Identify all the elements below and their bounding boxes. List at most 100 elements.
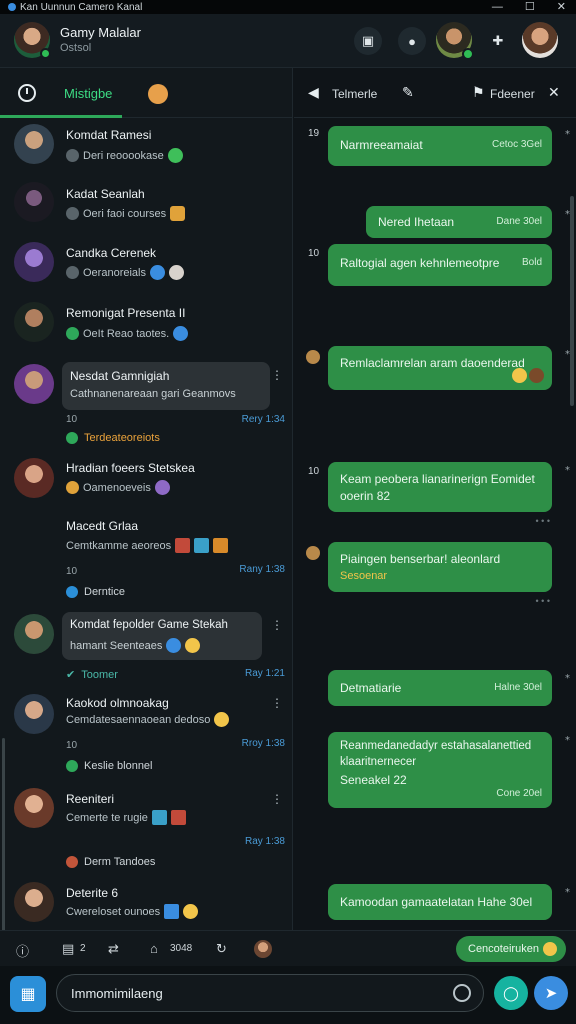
message-input[interactable] bbox=[71, 975, 441, 1011]
message-preview: OeIt Reao taotes. bbox=[66, 326, 189, 341]
message-text: Keam peobera lianarinerign Eomidet bbox=[340, 472, 535, 486]
sub-status-text: Terdeateoreiots bbox=[84, 432, 160, 444]
tab-messages[interactable]: Mistigbe bbox=[64, 86, 112, 101]
connect-button[interactable]: Cencoteiruken bbox=[456, 936, 566, 962]
status-icon bbox=[66, 586, 78, 598]
message-text: Remlaclamrelan aram daoenderad bbox=[340, 356, 525, 370]
contact-name: Remonigat Presenta II bbox=[66, 306, 186, 320]
message-bubble[interactable]: Detmatiarie Halne 30el bbox=[328, 670, 552, 706]
sub-status: Derntice bbox=[66, 586, 125, 598]
screen-share-icon[interactable]: ▣ bbox=[354, 27, 382, 55]
recent-icon[interactable] bbox=[18, 84, 36, 102]
preview-text: Oeri faoi courses bbox=[83, 207, 167, 220]
share-icon[interactable]: ⇄ bbox=[108, 941, 119, 957]
contact-name: Hradian foeers Stetskea bbox=[66, 461, 195, 475]
status-icon bbox=[66, 327, 79, 340]
info-icon[interactable]: ⓘ bbox=[16, 941, 29, 960]
preview-text: OeIt Reao taotes. bbox=[83, 327, 170, 340]
preview-text: Cwereloset ounoes bbox=[66, 905, 161, 918]
preview-text: Oeranoreials bbox=[83, 266, 146, 279]
minimize-button[interactable]: — bbox=[492, 0, 503, 14]
emoji-icon bbox=[214, 712, 230, 727]
more-options-icon[interactable]: ⋮ bbox=[271, 618, 283, 632]
list-item[interactable]: Nesdat Gamnigiah Cathnanenareaan gari Ge… bbox=[0, 360, 292, 450]
message-meta: Halne 30el bbox=[494, 682, 542, 693]
record-icon[interactable]: ● bbox=[398, 27, 426, 55]
chat-list-scrollbar[interactable] bbox=[2, 738, 5, 930]
tab-label-2[interactable]: Fdeener bbox=[490, 87, 535, 101]
more-options-icon[interactable]: ⋮ bbox=[271, 696, 283, 710]
pen-icon[interactable]: ✎ bbox=[402, 84, 414, 101]
emoji-picker-icon[interactable] bbox=[453, 984, 471, 1002]
read-receipt-icon: ⁎ bbox=[565, 126, 570, 137]
profile-avatar[interactable] bbox=[522, 22, 558, 58]
message-preview: Cathnanenareaan gari Geanmovs bbox=[70, 388, 236, 400]
message-bubble[interactable]: Piaingen benserbar! aleonlard Sesoenar bbox=[328, 542, 552, 592]
more-options-icon[interactable]: ⋮ bbox=[271, 792, 283, 806]
mini-avatar[interactable] bbox=[254, 940, 272, 958]
tab-label-1[interactable]: Telmerle bbox=[332, 87, 377, 101]
message-input-container bbox=[56, 974, 484, 1012]
message-preview: Cemerte te rugie bbox=[66, 810, 186, 825]
send-icon[interactable]: ➤ bbox=[534, 976, 568, 1010]
message-bubble[interactable]: Narmreeamaiat Cetoc 3Gel bbox=[328, 126, 552, 166]
message-bubble[interactable]: Raltogial agen kehnlemeotpre Bold bbox=[328, 244, 552, 286]
status-icon bbox=[66, 760, 78, 772]
more-options-icon[interactable]: ⋮ bbox=[271, 368, 283, 382]
flag-icon[interactable]: ⚑ bbox=[472, 84, 485, 101]
message-preview: Oeranoreials bbox=[66, 265, 184, 280]
user-avatar[interactable] bbox=[14, 22, 51, 59]
message-bubble[interactable]: Kamoodan gamaatelatan Hahe 30el bbox=[328, 884, 552, 920]
list-item[interactable]: Hradian foeers Stetskea Oamenoeveis bbox=[0, 456, 292, 512]
status-icon bbox=[66, 432, 78, 444]
emoji-icon bbox=[185, 638, 201, 653]
contact-avatar[interactable] bbox=[436, 22, 474, 60]
list-item[interactable]: Deterite 6 Cwereloset ounoes bbox=[0, 878, 292, 930]
list-item[interactable]: Komdat Ramesi Deri reooookase bbox=[0, 120, 292, 176]
list-item[interactable]: Kaokod olmnoakag Cemdatesaennaoean dedos… bbox=[0, 690, 292, 780]
document-icon[interactable]: ▤ bbox=[62, 941, 74, 957]
message-text-line-2: ooerin 82 bbox=[340, 489, 391, 503]
highlighted-message-card[interactable]: Nesdat Gamnigiah Cathnanenareaan gari Ge… bbox=[62, 362, 270, 410]
message-bubble[interactable]: Nered Ihetaan Dane 30el bbox=[366, 206, 552, 238]
app-icon bbox=[8, 3, 16, 11]
close-panel-icon[interactable]: ✕ bbox=[548, 84, 560, 101]
emoji-tab-icon[interactable] bbox=[148, 84, 168, 104]
list-item[interactable]: Candka Cerenek Oeranoreials bbox=[0, 240, 292, 296]
emoji-icon bbox=[170, 206, 186, 221]
message-text: Nered Ihetaan bbox=[378, 215, 455, 229]
message-bubble[interactable]: Reanmedanedadyr estahasalanettied klaari… bbox=[328, 732, 552, 808]
chat-bubble-icon[interactable]: ◯ bbox=[494, 976, 528, 1010]
status-icon bbox=[66, 149, 79, 162]
message-timestamp: Ray 1:21 bbox=[244, 668, 285, 679]
status-icon bbox=[66, 481, 79, 494]
conversation-scrollbar[interactable] bbox=[570, 196, 574, 406]
message-bubble[interactable]: Keam peobera lianarinerign Eomidet ooeri… bbox=[328, 462, 552, 512]
add-icon[interactable]: ✚ bbox=[484, 27, 512, 55]
close-window-button[interactable]: ✕ bbox=[557, 0, 566, 14]
message-number: 10 bbox=[308, 248, 320, 259]
list-item[interactable]: Kadat Seanlah Oeri faoi courses bbox=[0, 180, 292, 236]
message-timestamp: Ray 1:38 bbox=[244, 836, 285, 847]
emoji-icon bbox=[164, 904, 180, 919]
attach-store-icon[interactable]: ▦ bbox=[10, 976, 46, 1012]
list-item[interactable]: Macedt Grlaa Cemtkamme aeoreos 10 Rany 1… bbox=[0, 516, 292, 608]
maximize-button[interactable]: ☐ bbox=[525, 0, 535, 14]
message-bubble[interactable]: Remlaclamrelan aram daoenderad bbox=[328, 346, 552, 390]
app-header: Gamy Malalar Ostsol ▣ ● ✚ bbox=[0, 14, 576, 68]
chat-list-panel: Mistigbe Komdat Ramesi Deri reooookase K… bbox=[0, 68, 293, 930]
sub-status-text: Keslie blonnel bbox=[84, 760, 153, 772]
list-item[interactable]: Remonigat Presenta II OeIt Reao taotes. bbox=[0, 300, 292, 356]
message-preview: Cwereloset ounoes bbox=[66, 904, 199, 919]
list-item[interactable]: Reeniteri Cemerte te rugie ⋮ Ray 1:38 De… bbox=[0, 784, 292, 874]
message-dots: • • • bbox=[535, 516, 550, 526]
message-preview: Cemtkamme aeoreos bbox=[66, 538, 229, 553]
megaphone-icon[interactable]: ◀ bbox=[308, 84, 319, 101]
preview-text: Deri reooookase bbox=[83, 149, 164, 162]
home-icon[interactable]: ⌂ bbox=[150, 941, 158, 956]
refresh-icon[interactable]: ↻ bbox=[216, 941, 227, 957]
contact-name: Nesdat Gamnigiah bbox=[70, 369, 170, 383]
message-text: Kamoodan gamaatelatan Hahe 30el bbox=[340, 895, 533, 909]
highlighted-message-card[interactable]: Komdat fepolder Game Stekah hamant Seent… bbox=[62, 612, 262, 660]
list-item[interactable]: Komdat fepolder Game Stekah hamant Seent… bbox=[0, 612, 292, 686]
